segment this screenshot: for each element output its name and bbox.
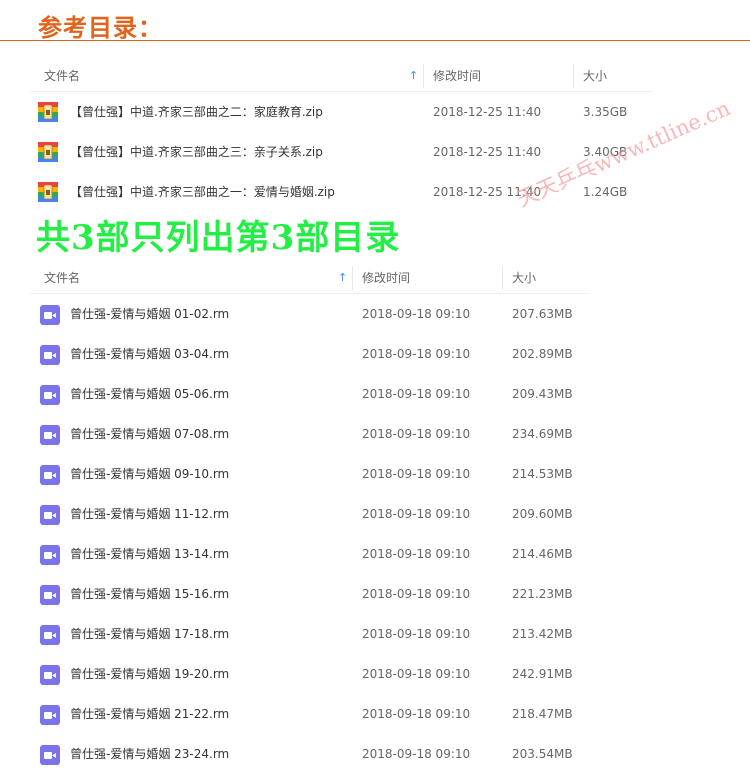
table2-header: 文件名 ↑ 修改时间 大小: [30, 262, 590, 294]
table1-header-modified[interactable]: 修改时间: [433, 60, 481, 92]
title-divider: [0, 40, 750, 41]
modified-time: 2018-09-18 09:10: [362, 307, 471, 321]
table1-header-size[interactable]: 大小: [583, 60, 607, 92]
video-file-icon: [40, 665, 60, 685]
video-file-icon: [40, 745, 60, 765]
video-file-icon: [40, 345, 60, 365]
video-file-icon: [40, 705, 60, 725]
file-name[interactable]: 曾仕强-爱情与婚姻 07-08.rm: [70, 414, 229, 454]
table-row[interactable]: 【曾仕强】中道.齐家三部曲之二：家庭教育.zip 2018-12-25 11:40…: [30, 92, 652, 132]
file-size: 213.42MB: [512, 627, 573, 641]
file-size: 209.43MB: [512, 387, 573, 401]
table-row[interactable]: 曾仕强-爱情与婚姻 03-04.rm 2018-09-18 09:10 202.89…: [30, 334, 590, 374]
table1-header: 文件名 ↑ 修改时间 大小: [30, 60, 652, 92]
video-file-icon: [40, 385, 60, 405]
table-row[interactable]: 曾仕强-爱情与婚姻 21-22.rm 2018-09-18 09:10 218.47…: [30, 694, 590, 734]
modified-time: 2018-09-18 09:10: [362, 747, 471, 761]
file-name[interactable]: 【曾仕强】中道.齐家三部曲之二：家庭教育.zip: [70, 92, 323, 132]
file-name[interactable]: 曾仕强-爱情与婚姻 23-24.rm: [70, 734, 229, 774]
table-row[interactable]: 曾仕强-爱情与婚姻 13-14.rm 2018-09-18 09:10 214.46…: [30, 534, 590, 574]
file-name[interactable]: 曾仕强-爱情与婚姻 19-20.rm: [70, 654, 229, 694]
file-size: 234.69MB: [512, 427, 573, 441]
modified-time: 2018-09-18 09:10: [362, 467, 471, 481]
overlay-caption: 共3部只列出第3部目录: [36, 218, 401, 258]
video-file-icon: [40, 545, 60, 565]
page-title: 参考目录：: [38, 13, 163, 42]
file-name[interactable]: 曾仕强-爱情与婚姻 21-22.rm: [70, 694, 229, 734]
file-name[interactable]: 曾仕强-爱情与婚姻 17-18.rm: [70, 614, 229, 654]
file-name[interactable]: 【曾仕强】中道.齐家三部曲之一：爱情与婚姻.zip: [70, 172, 335, 212]
modified-time: 2018-09-18 09:10: [362, 507, 471, 521]
file-size: 203.54MB: [512, 747, 573, 761]
file-name[interactable]: 曾仕强-爱情与婚姻 15-16.rm: [70, 574, 229, 614]
table-row[interactable]: 曾仕强-爱情与婚姻 05-06.rm 2018-09-18 09:10 209.43…: [30, 374, 590, 414]
table1-header-name[interactable]: 文件名: [44, 60, 80, 92]
file-size: 218.47MB: [512, 707, 573, 721]
file-size: 221.23MB: [512, 587, 573, 601]
file-size: 209.60MB: [512, 507, 573, 521]
modified-time: 2018-12-25 11:40: [433, 145, 542, 159]
table-row[interactable]: 曾仕强-爱情与婚姻 11-12.rm 2018-09-18 09:10 209.60…: [30, 494, 590, 534]
column-divider: [423, 64, 424, 88]
column-divider: [352, 266, 353, 290]
video-file-icon: [40, 465, 60, 485]
modified-time: 2018-09-18 09:10: [362, 707, 471, 721]
zip-archive-icon: [38, 102, 58, 122]
video-file-icon: [40, 585, 60, 605]
table-row[interactable]: 曾仕强-爱情与婚姻 15-16.rm 2018-09-18 09:10 221.23…: [30, 574, 590, 614]
arrow-up-icon[interactable]: ↑: [409, 60, 418, 92]
file-size: 207.63MB: [512, 307, 573, 321]
zip-archive-icon: [38, 142, 58, 162]
table-row[interactable]: 曾仕强-爱情与婚姻 01-02.rm 2018-09-18 09:10 207.63…: [30, 294, 590, 334]
table2-header-modified[interactable]: 修改时间: [362, 262, 410, 294]
file-name[interactable]: 曾仕强-爱情与婚姻 05-06.rm: [70, 374, 229, 414]
modified-time: 2018-09-18 09:10: [362, 587, 471, 601]
video-file-icon: [40, 305, 60, 325]
modified-time: 2018-09-18 09:10: [362, 427, 471, 441]
video-file-icon: [40, 625, 60, 645]
modified-time: 2018-12-25 11:40: [433, 105, 542, 119]
video-file-icon: [40, 425, 60, 445]
modified-time: 2018-09-18 09:10: [362, 627, 471, 641]
modified-time: 2018-09-18 09:10: [362, 387, 471, 401]
column-divider: [502, 266, 503, 290]
file-name[interactable]: 曾仕强-爱情与婚姻 11-12.rm: [70, 494, 229, 534]
file-name[interactable]: 曾仕强-爱情与婚姻 01-02.rm: [70, 294, 229, 334]
file-name[interactable]: 曾仕强-爱情与婚姻 13-14.rm: [70, 534, 229, 574]
file-size: 3.35GB: [583, 105, 628, 119]
table-row[interactable]: 曾仕强-爱情与婚姻 19-20.rm 2018-09-18 09:10 242.91…: [30, 654, 590, 694]
table-row[interactable]: 曾仕强-爱情与婚姻 23-24.rm 2018-09-18 09:10 203.54…: [30, 734, 590, 774]
file-name[interactable]: 曾仕强-爱情与婚姻 03-04.rm: [70, 334, 229, 374]
table-row[interactable]: 曾仕强-爱情与婚姻 17-18.rm 2018-09-18 09:10 213.42…: [30, 614, 590, 654]
table2-header-size[interactable]: 大小: [512, 262, 536, 294]
arrow-up-icon[interactable]: ↑: [338, 262, 347, 294]
file-size: 202.89MB: [512, 347, 573, 361]
modified-time: 2018-09-18 09:10: [362, 667, 471, 681]
column-divider: [573, 64, 574, 88]
file-name[interactable]: 【曾仕强】中道.齐家三部曲之三：亲子关系.zip: [70, 132, 323, 172]
file-size: 242.91MB: [512, 667, 573, 681]
modified-time: 2018-09-18 09:10: [362, 547, 471, 561]
file-size: 214.53MB: [512, 467, 573, 481]
file-size: 214.46MB: [512, 547, 573, 561]
video-file-icon: [40, 505, 60, 525]
modified-time: 2018-09-18 09:10: [362, 347, 471, 361]
file-name[interactable]: 曾仕强-爱情与婚姻 09-10.rm: [70, 454, 229, 494]
table2-header-name[interactable]: 文件名: [44, 262, 80, 294]
zip-archive-icon: [38, 182, 58, 202]
table-row[interactable]: 曾仕强-爱情与婚姻 09-10.rm 2018-09-18 09:10 214.53…: [30, 454, 590, 494]
table-row[interactable]: 曾仕强-爱情与婚姻 07-08.rm 2018-09-18 09:10 234.69…: [30, 414, 590, 454]
